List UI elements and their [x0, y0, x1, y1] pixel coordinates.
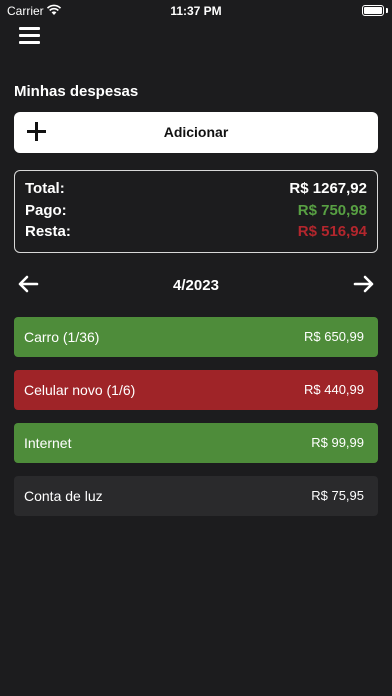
paid-label: Pago:: [25, 202, 67, 219]
expense-amount: R$ 75,95: [311, 488, 364, 503]
page-title: Minhas despesas: [14, 83, 139, 100]
arrow-right-icon[interactable]: [353, 275, 375, 293]
total-label: Total:: [25, 180, 65, 197]
add-expense-button[interactable]: Adicionar: [14, 112, 378, 153]
status-time: 11:37 PM: [170, 4, 222, 18]
remaining-label: Resta:: [25, 223, 71, 240]
month-navigation: 4/2023: [0, 272, 392, 298]
expense-item[interactable]: Celular novo (1/6) R$ 440,99: [14, 370, 378, 410]
expense-item[interactable]: Internet R$ 99,99: [14, 423, 378, 463]
current-month: 4/2023: [173, 277, 219, 294]
add-button-label: Adicionar: [163, 124, 229, 140]
status-bar: Carrier 11:37 PM: [0, 0, 392, 22]
expense-item[interactable]: Conta de luz R$ 75,95: [14, 476, 378, 516]
summary-card: Total: R$ 1267,92 Pago: R$ 750,98 Resta:…: [14, 170, 378, 253]
summary-total-row: Total: R$ 1267,92: [25, 180, 367, 200]
battery-tip: [386, 8, 388, 13]
expense-amount: R$ 650,99: [304, 329, 364, 344]
expense-item[interactable]: Carro (1/36) R$ 650,99: [14, 317, 378, 357]
expense-amount: R$ 440,99: [304, 382, 364, 397]
total-value: R$ 1267,92: [289, 180, 367, 197]
summary-paid-row: Pago: R$ 750,98: [25, 202, 367, 222]
paid-value: R$ 750,98: [297, 202, 367, 219]
expense-name: Carro (1/36): [24, 329, 100, 345]
expense-amount: R$ 99,99: [311, 435, 364, 450]
summary-remaining-row: Resta: R$ 516,94: [25, 223, 367, 243]
expense-name: Internet: [24, 435, 72, 451]
expense-name: Celular novo (1/6): [24, 382, 136, 398]
battery-icon: [362, 5, 384, 16]
remaining-value: R$ 516,94: [297, 223, 367, 240]
hamburger-menu-icon[interactable]: [19, 27, 41, 45]
expense-name: Conta de luz: [24, 488, 103, 504]
